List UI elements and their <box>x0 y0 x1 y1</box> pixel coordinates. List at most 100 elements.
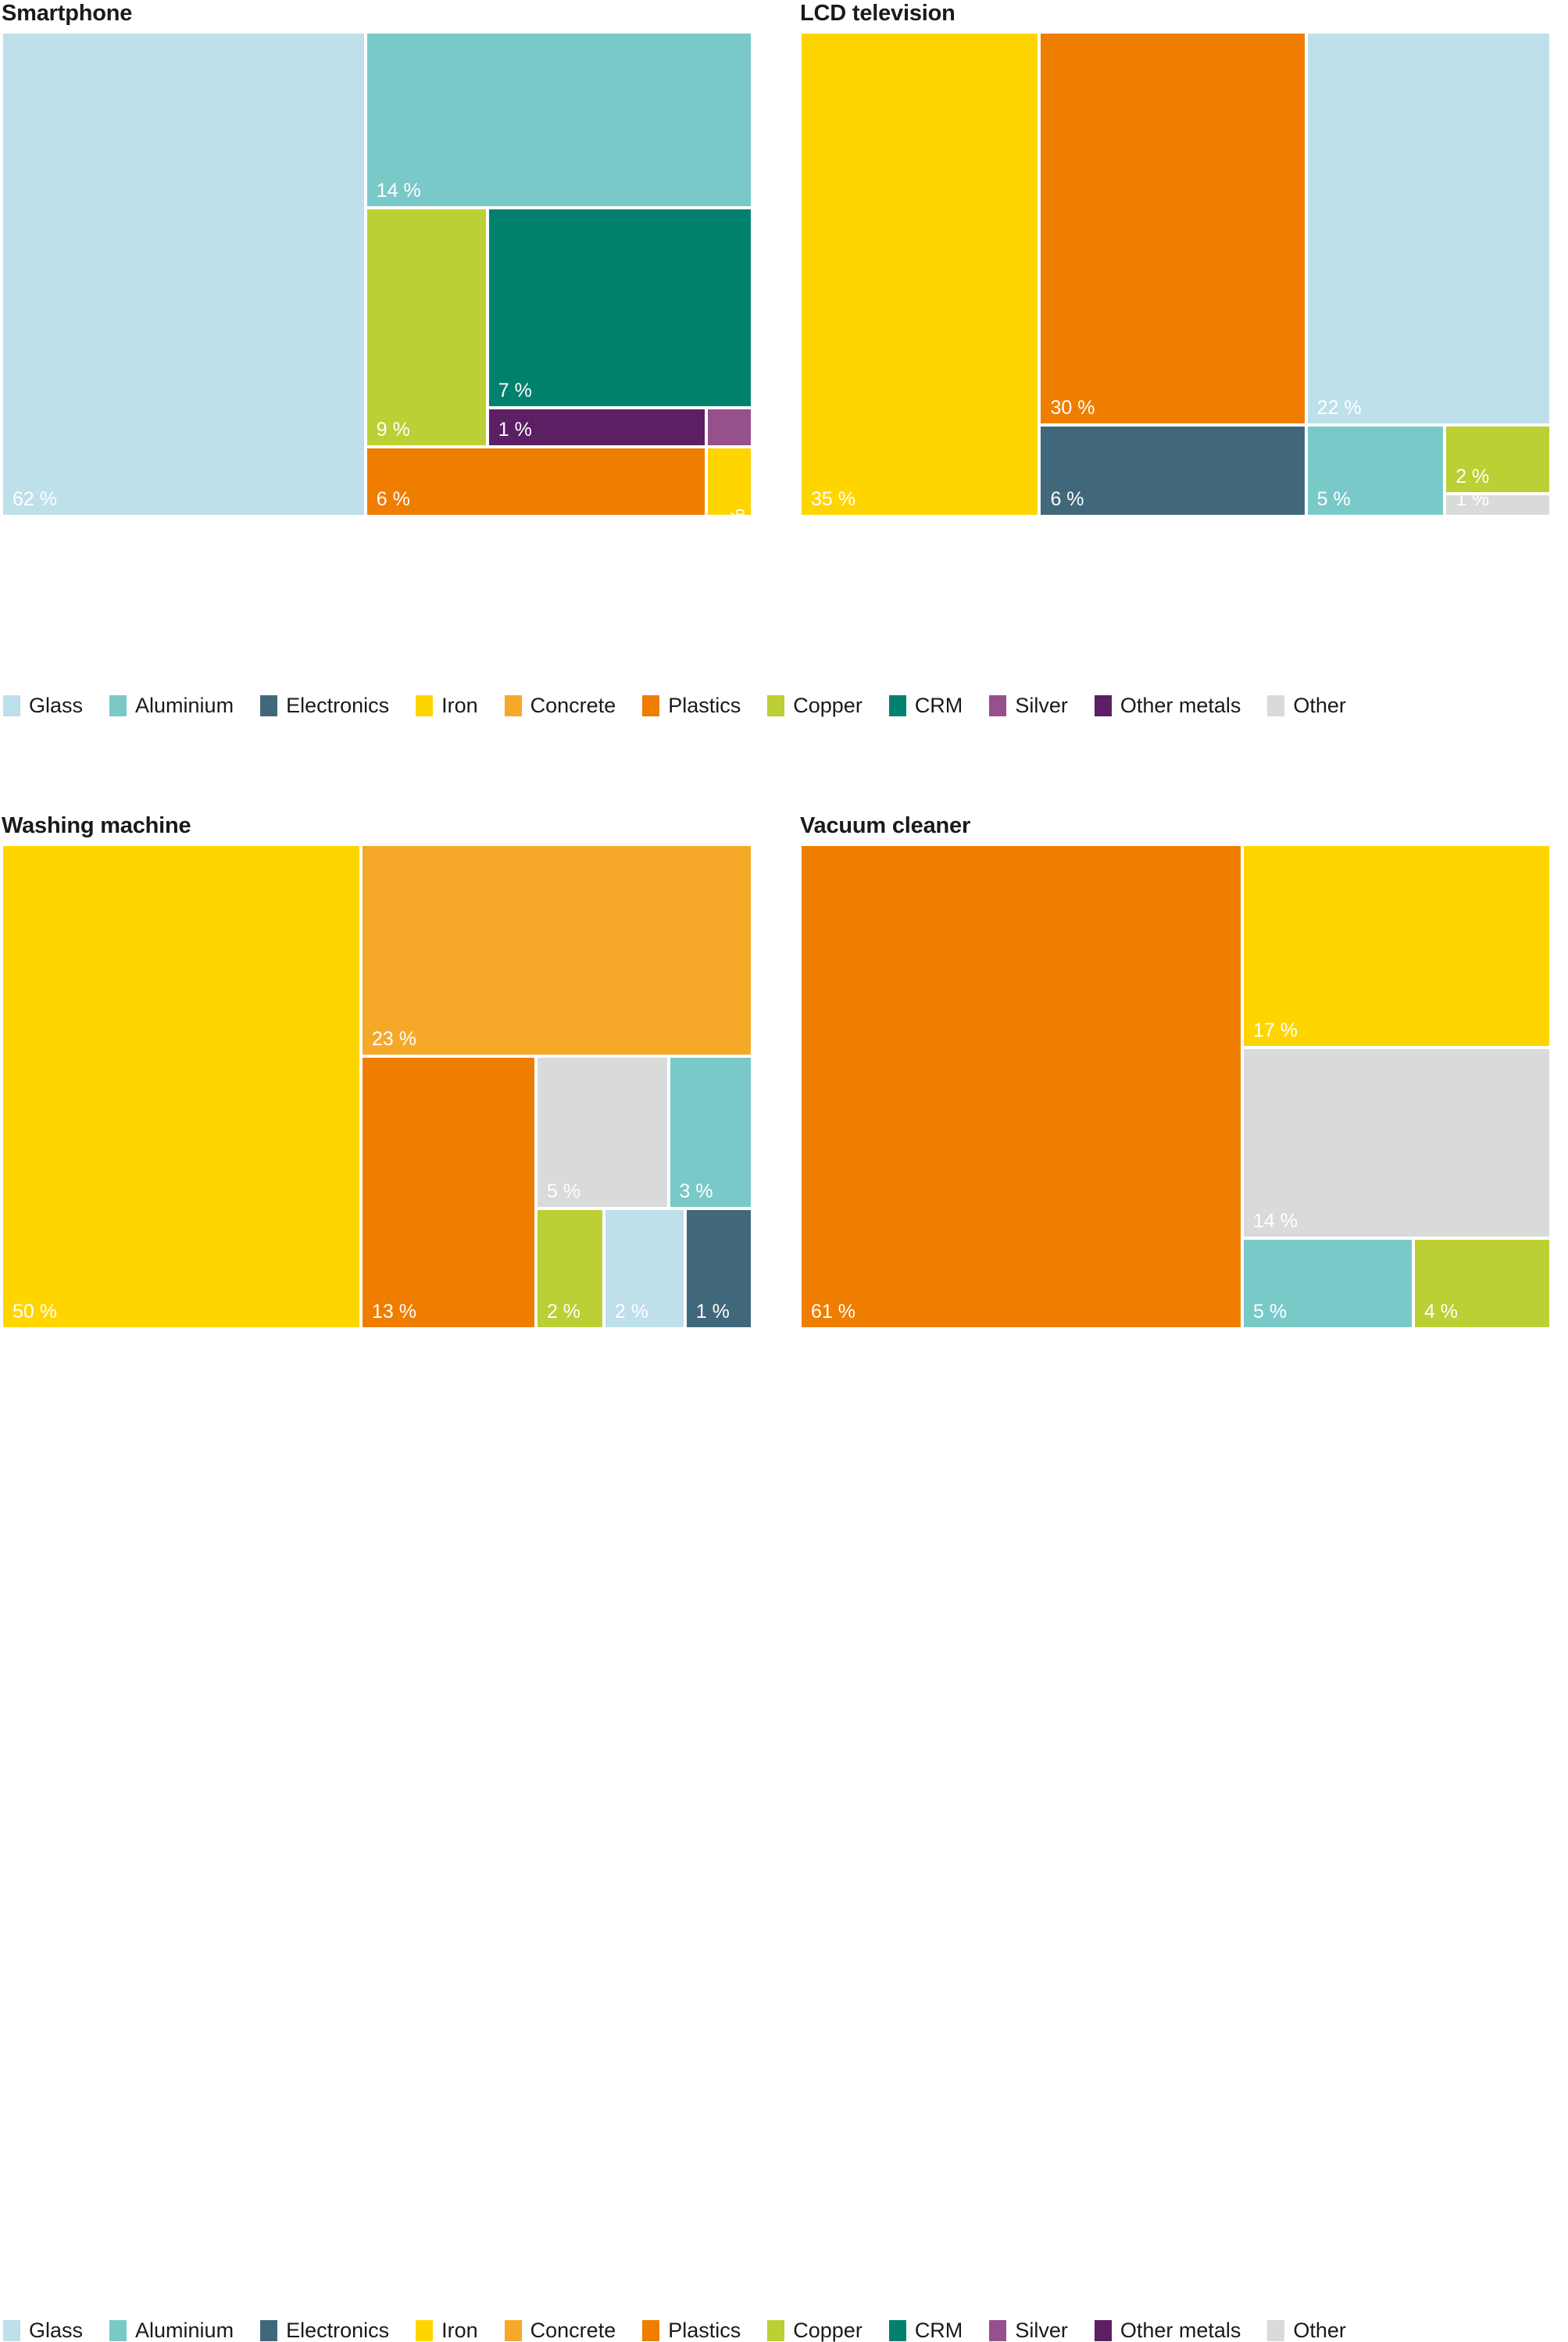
legend-swatch-icon <box>989 694 1007 716</box>
legend-swatch-icon <box>3 2319 20 2341</box>
treemap-cell-label: 1 % <box>727 509 749 515</box>
treemap-cell-label: 2 % <box>614 1300 648 1323</box>
treemap-cell[interactable]: 4 % <box>1413 1237 1551 1329</box>
treemap-cell[interactable]: 50 % <box>2 844 362 1329</box>
panel-title-vacuum-cleaner: Vacuum cleaner <box>800 813 971 838</box>
treemap-cell[interactable]: 9 % <box>365 207 488 447</box>
legend-item-other-metals[interactable]: Other metals <box>1094 694 1241 717</box>
treemap-cell[interactable]: 7 % <box>487 207 752 408</box>
treemap-cell-label: 22 % <box>1316 397 1362 419</box>
treemap-cell-label: 1 % <box>498 418 532 441</box>
treemap-cell[interactable]: 1 % <box>487 407 707 447</box>
panel-row-bottom: Washing machine 50 % 23 % 13 % 5 % 3 % 2 % 2 %… <box>0 812 1568 2342</box>
legend-item-iron[interactable]: Iron <box>416 2319 478 2342</box>
legend-item-glass[interactable]: Glass <box>3 2319 83 2342</box>
treemap-cell[interactable]: 6 % <box>365 446 707 516</box>
legend-item-aluminium[interactable]: Aluminium <box>109 2319 234 2342</box>
treemap-cell-label: 9 % <box>376 418 410 441</box>
legend-item-crm[interactable]: CRM <box>888 694 963 717</box>
treemap-cell-label: 35 % <box>811 488 855 510</box>
legend-item-silver[interactable]: Silver <box>989 2319 1068 2342</box>
treemap-cell-label: 4 % <box>1423 1300 1459 1323</box>
legend-item-glass[interactable]: Glass <box>3 694 83 717</box>
legend-label: Aluminium <box>135 2319 234 2342</box>
legend-top: Glass Aluminium Electronics Iron Concrete Pla… <box>3 694 1568 717</box>
legend-swatch-icon <box>989 2319 1007 2341</box>
treemap-cell[interactable]: 62 % <box>2 32 366 516</box>
treemap-cell-label: 1 % <box>695 1300 730 1323</box>
treemap-cell[interactable]: 2 % <box>1445 425 1551 494</box>
legend-item-copper[interactable]: Copper <box>767 2319 863 2342</box>
treemap-cell[interactable]: 3 % <box>668 1056 752 1208</box>
treemap-cell[interactable]: 5 % <box>535 1056 669 1208</box>
treemap-cell[interactable]: 30 % <box>1039 32 1306 425</box>
treemap-cell[interactable]: 2 % <box>535 1208 604 1329</box>
treemap-cell[interactable]: 14 % <box>365 32 752 208</box>
legend-bottom: Glass Aluminium Electronics Iron Concrete Pla… <box>3 2319 1568 2342</box>
treemap-cell[interactable]: 35 % <box>800 32 1040 516</box>
legend-label: Copper <box>793 2319 863 2342</box>
legend-item-iron[interactable]: Iron <box>416 694 478 717</box>
treemap-cell-label: 62 % <box>13 488 57 510</box>
legend-swatch-icon <box>504 694 522 716</box>
treemap-cell[interactable]: 23 % <box>361 844 752 1056</box>
legend-item-concrete[interactable]: Concrete <box>504 694 616 717</box>
treemap-washing-machine: 50 % 23 % 13 % 5 % 3 % 2 % 2 % 1 % <box>2 844 752 1329</box>
treemap-cell[interactable]: 2 % <box>603 1208 685 1329</box>
treemap-cell[interactable]: 6 % <box>1039 425 1306 516</box>
legend-item-crm[interactable]: CRM <box>888 2319 963 2342</box>
legend-label: Silver <box>1015 694 1068 717</box>
treemap-smartphone: 62 % 14 % 9 % 7 % 1 % 6 % 1 % <box>2 32 752 516</box>
legend-item-other-metals[interactable]: Other metals <box>1094 2319 1241 2342</box>
legend-swatch-icon <box>1094 694 1112 716</box>
legend-label: Other <box>1293 694 1346 717</box>
legend-item-plastics[interactable]: Plastics <box>642 694 741 717</box>
panel-title-washing-machine: Washing machine <box>2 813 191 838</box>
treemap-cell[interactable]: 1 % <box>684 1208 752 1329</box>
treemap-cell-label: 6 % <box>376 487 410 510</box>
treemap-figure: Smartphone 62 % 14 % 9 % 7 % 1 % 6 % 1 % LCD t… <box>0 0 1568 2342</box>
legend-label: Plastics <box>668 2319 741 2342</box>
legend-item-copper[interactable]: Copper <box>767 694 863 717</box>
legend-swatch-icon <box>260 2319 278 2341</box>
legend-label: Other metals <box>1120 694 1241 717</box>
legend-swatch-icon <box>1094 2319 1112 2341</box>
treemap-cell[interactable]: 61 % <box>800 844 1243 1329</box>
treemap-cell[interactable]: 17 % <box>1242 844 1551 1048</box>
legend-label: Concrete <box>530 2319 616 2342</box>
legend-item-other[interactable]: Other <box>1267 694 1346 717</box>
legend-swatch-icon <box>888 694 906 716</box>
legend-label: Iron <box>441 694 478 717</box>
treemap-cell[interactable]: 5 % <box>1242 1237 1413 1329</box>
treemap-cell-label: 5 % <box>546 1180 581 1202</box>
treemap-cell-label: 5 % <box>1316 487 1351 510</box>
legend-item-electronics[interactable]: Electronics <box>260 2319 389 2342</box>
legend-item-electronics[interactable]: Electronics <box>260 694 389 717</box>
treemap-cell[interactable]: 22 % <box>1305 32 1551 425</box>
legend-label: Other metals <box>1120 2319 1241 2342</box>
treemap-cell[interactable]: 13 % <box>361 1056 536 1329</box>
treemap-cell-label: 14 % <box>376 179 421 202</box>
treemap-cell[interactable] <box>706 407 752 447</box>
treemap-cell[interactable]: 5 % <box>1305 425 1445 516</box>
legend-swatch-icon <box>504 2319 522 2341</box>
treemap-cell[interactable]: 1 % <box>706 446 752 516</box>
legend-item-other[interactable]: Other <box>1267 2319 1346 2342</box>
legend-item-silver[interactable]: Silver <box>989 694 1068 717</box>
legend-label: Glass <box>29 2319 84 2342</box>
legend-item-concrete[interactable]: Concrete <box>504 2319 616 2342</box>
treemap-cell[interactable]: 14 % <box>1242 1048 1551 1238</box>
legend-item-aluminium[interactable]: Aluminium <box>109 694 234 717</box>
treemap-cell-label: 13 % <box>372 1300 416 1323</box>
treemap-cell-label: 50 % <box>13 1301 57 1323</box>
legend-swatch-icon <box>767 2319 785 2341</box>
legend-label: CRM <box>914 2319 963 2342</box>
treemap-cell[interactable]: 1 % <box>1445 493 1551 516</box>
legend-item-plastics[interactable]: Plastics <box>642 2319 741 2342</box>
legend-label: Concrete <box>530 694 616 717</box>
panel-title-smartphone: Smartphone <box>2 1 133 26</box>
treemap-cell-label: 23 % <box>372 1028 416 1050</box>
panel-row-top: Smartphone 62 % 14 % 9 % 7 % 1 % 6 % 1 % LCD t… <box>0 0 1568 730</box>
legend-swatch-icon <box>416 2319 434 2341</box>
treemap-cell-label: 1 % <box>1455 493 1490 510</box>
